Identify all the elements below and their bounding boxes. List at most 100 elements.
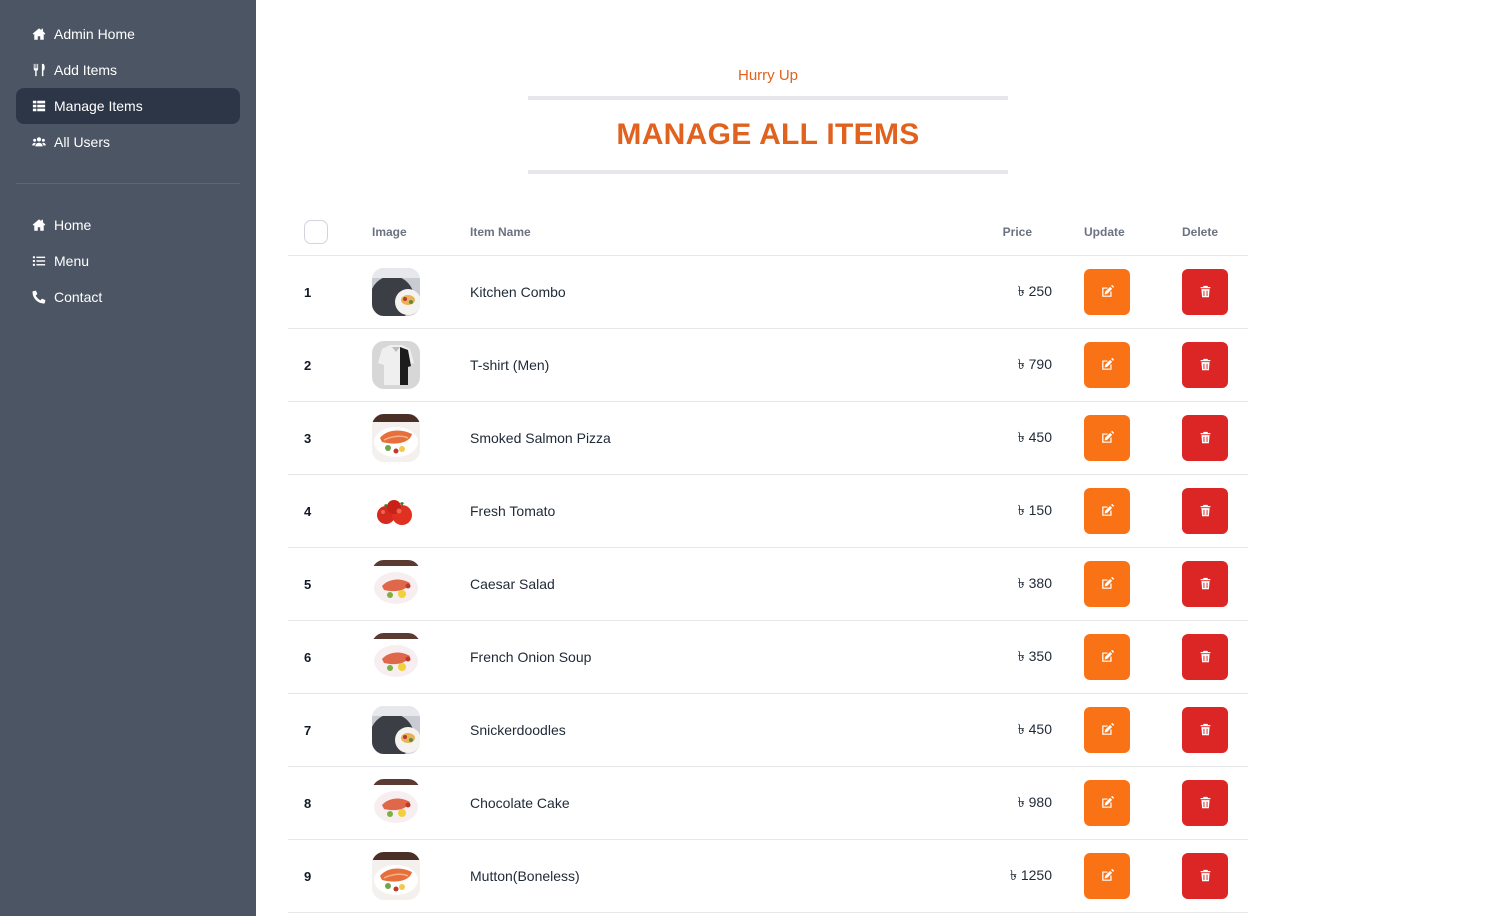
delete-button[interactable]: [1182, 779, 1228, 826]
home-icon: [32, 218, 46, 232]
delete-button[interactable]: [1182, 852, 1228, 899]
trash-icon: [1199, 869, 1212, 882]
item-price: ৳ 980: [1017, 793, 1052, 810]
sidebar-divider: [16, 183, 240, 184]
row-delete-cell: [1166, 474, 1248, 548]
row-image-cell: [356, 839, 454, 913]
select-all-checkbox[interactable]: [304, 220, 328, 245]
delete-button[interactable]: [1182, 414, 1228, 461]
table-row: 3 Smoked Salmon Pizza ৳ 450: [288, 401, 1248, 475]
item-thumbnail: [372, 340, 420, 389]
admin-nav: Admin Home Add Items Manage Items All Users: [16, 16, 240, 160]
row-number: 6: [304, 649, 312, 665]
row-number: 8: [304, 795, 312, 811]
header-update: Update: [1068, 210, 1166, 256]
row-update-cell: [1068, 255, 1166, 329]
row-number: 5: [304, 576, 312, 592]
table-header: Image Item Name Price Update Delete: [288, 210, 1248, 256]
update-button[interactable]: [1084, 779, 1130, 826]
section-heading: Hurry Up MANAGE ALL ITEMS: [528, 66, 1008, 174]
header-price: Price: [954, 210, 1068, 256]
update-button[interactable]: [1084, 560, 1130, 607]
update-button[interactable]: [1084, 341, 1130, 388]
row-price-cell: ৳ 450: [954, 401, 1068, 475]
row-number-cell: 6: [288, 620, 356, 694]
item-price: ৳ 450: [1017, 720, 1052, 737]
item-thumbnail: [372, 486, 420, 535]
table-row: 7 Snickerdoodles ৳ 450: [288, 693, 1248, 767]
delete-button[interactable]: [1182, 341, 1228, 388]
row-image-cell: [356, 766, 454, 840]
delete-button[interactable]: [1182, 706, 1228, 753]
header-row: Image Item Name Price Update Delete: [288, 210, 1248, 256]
sidebar-item-admin-home[interactable]: Admin Home: [16, 16, 240, 52]
row-update-cell: [1068, 620, 1166, 694]
update-button[interactable]: [1084, 852, 1130, 899]
update-button[interactable]: [1084, 487, 1130, 534]
item-name: Caesar Salad: [470, 575, 555, 592]
row-number: 9: [304, 868, 312, 884]
sidebar-item-label: Manage Items: [54, 98, 143, 114]
row-delete-cell: [1166, 328, 1248, 402]
delete-button[interactable]: [1182, 560, 1228, 607]
main-content: Hurry Up MANAGE ALL ITEMS Image Item Nam…: [256, 0, 1492, 916]
table-row: 8 Chocolate Cake ৳ 980: [288, 766, 1248, 840]
update-button[interactable]: [1084, 414, 1130, 461]
item-price: ৳ 350: [1017, 647, 1052, 664]
row-name-cell: Smoked Salmon Pizza: [454, 401, 954, 475]
item-price: ৳ 790: [1017, 355, 1052, 372]
row-name-cell: Fresh Tomato: [454, 474, 954, 548]
row-name-cell: Mutton(Boneless): [454, 839, 954, 913]
sidebar-item-manage-items[interactable]: Manage Items: [16, 88, 240, 124]
row-number: 3: [304, 430, 312, 446]
row-price-cell: ৳ 250: [954, 255, 1068, 329]
item-thumbnail: [372, 413, 420, 462]
row-name-cell: T-shirt (Men): [454, 328, 954, 402]
sidebar-item-home[interactable]: Home: [16, 207, 240, 243]
update-button[interactable]: [1084, 268, 1130, 315]
row-update-cell: [1068, 839, 1166, 913]
edit-icon: [1101, 431, 1114, 444]
row-number-cell: 4: [288, 474, 356, 548]
row-delete-cell: [1166, 766, 1248, 840]
item-name: Snickerdoodles: [470, 721, 566, 738]
table-row: 1 Kitchen Combo ৳ 250: [288, 255, 1248, 329]
edit-icon: [1101, 723, 1114, 736]
row-update-cell: [1068, 693, 1166, 767]
table-row: 2 T-shirt (Men) ৳ 790: [288, 328, 1248, 402]
row-number: 2: [304, 357, 312, 373]
item-price: ৳ 150: [1017, 501, 1052, 518]
item-name: French Onion Soup: [470, 648, 592, 665]
delete-button[interactable]: [1182, 268, 1228, 315]
trash-icon: [1199, 285, 1212, 298]
item-name: T-shirt (Men): [470, 356, 550, 373]
row-delete-cell: [1166, 255, 1248, 329]
update-button[interactable]: [1084, 633, 1130, 680]
row-price-cell: ৳ 350: [954, 620, 1068, 694]
edit-icon: [1101, 796, 1114, 809]
row-name-cell: Chocolate Cake: [454, 766, 954, 840]
update-button[interactable]: [1084, 706, 1130, 753]
item-thumbnail: [372, 778, 420, 827]
sidebar-item-add-items[interactable]: Add Items: [16, 52, 240, 88]
item-name: Mutton(Boneless): [470, 867, 580, 884]
sidebar-item-label: Home: [54, 217, 92, 233]
row-image-cell: [356, 255, 454, 329]
delete-button[interactable]: [1182, 487, 1228, 534]
row-name-cell: Snickerdoodles: [454, 693, 954, 767]
sidebar-item-all-users[interactable]: All Users: [16, 124, 240, 160]
edit-icon: [1101, 650, 1114, 663]
row-delete-cell: [1166, 620, 1248, 694]
row-image-cell: [356, 693, 454, 767]
item-name: Kitchen Combo: [470, 283, 566, 300]
item-thumbnail: [372, 705, 420, 754]
row-name-cell: Caesar Salad: [454, 547, 954, 621]
item-name: Fresh Tomato: [470, 502, 556, 519]
sidebar-item-contact[interactable]: Contact: [16, 279, 240, 315]
item-price: ৳ 450: [1017, 428, 1052, 445]
sidebar: Admin Home Add Items Manage Items All Users…: [0, 0, 256, 916]
sidebar-item-menu[interactable]: Menu: [16, 243, 240, 279]
delete-button[interactable]: [1182, 633, 1228, 680]
row-update-cell: [1068, 474, 1166, 548]
row-update-cell: [1068, 766, 1166, 840]
